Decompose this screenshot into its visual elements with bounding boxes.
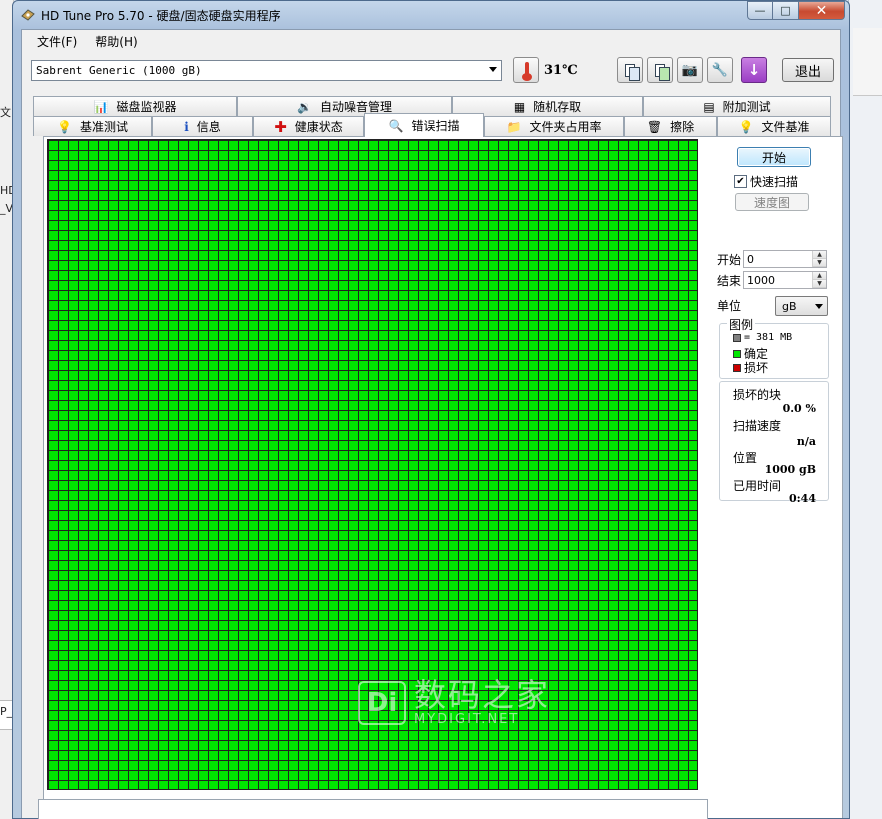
exit-button[interactable]: 退出 [782,58,834,82]
start-field-input[interactable]: 0 ▲ ▼ [743,250,827,268]
scan-speed-value: n/a [796,435,816,448]
folder-icon: 📁 [506,119,522,134]
end-field-input[interactable]: 1000 ▲ ▼ [743,271,827,289]
trash-icon: 🗑 [646,119,663,134]
drive-select[interactable]: Sabrent Generic (1000 gB) [31,60,502,81]
tabs-bottom-row: 💡 基准测试 i 信息 ✚ 健康状态 🔍 错误扫描 📁 文件夹占用率 🗑 擦除 💡 文件基准 [22,113,840,137]
extra-tests-icon: ▤ [703,99,715,114]
watermark-logo: Di [358,680,406,725]
info-icon: i [184,119,189,134]
legend-block-size: = 381 MB [733,332,792,343]
quick-scan-label: 快速扫描 [750,175,799,189]
unit-label: 单位 [717,299,742,313]
tab-benchmark[interactable]: 💡 基准测试 [33,116,152,136]
log-area[interactable] [38,799,708,819]
lightbulb-icon: 💡 [57,119,72,134]
tab-error-scan[interactable]: 🔍 错误扫描 [364,113,484,137]
background-text-fragment: P_ [0,705,13,718]
window-title: HD Tune Pro 5.70 - 硬盘/固态硬盘实用程序 [41,9,281,23]
toolbar: Sabrent Generic (1000 gB) 31℃ 📷 🔧 ↓ 退出 [22,54,840,88]
copy-info-button[interactable] [617,57,643,83]
error-scan-panel: Di 数码之家 MYDIGIT.NET 开始 ✔ 快速扫描 速度图 开始 0 ▲… [38,136,843,819]
caption-buttons: — □ ✕ [747,1,845,20]
tab-extra-tests[interactable]: ▤ 附加测试 [643,96,831,116]
legend-title: 图例 [727,316,756,333]
wrench-icon: 🔧 [711,62,729,78]
scan-speed-label: 扫描速度 [733,419,782,433]
temperature-readout: 31℃ [544,63,578,78]
speed-map-button[interactable]: 速度图 [735,193,809,211]
legend-group: 图例 = 381 MB 确定 损坏 [719,316,829,379]
start-field-label: 开始 [717,253,742,267]
start-field-spinner[interactable]: ▲ ▼ [812,251,826,267]
download-arrow-icon: ↓ [747,61,761,79]
damaged-blocks-label: 损坏的块 [733,388,782,402]
unit-select[interactable]: gB [775,296,828,316]
chevron-down-icon [815,304,823,309]
end-field-value: 1000 [747,274,775,287]
drive-select-value: Sabrent Generic (1000 gB) [36,64,202,77]
scan-stats-group: 损坏的块 0.0 % 扫描速度 n/a 位置 1000 gB 已用时间 0:44 [719,381,829,505]
menu-help[interactable]: 帮助(H) [86,31,146,52]
watermark-text-en: MYDIGIT.NET [414,712,520,727]
options-button[interactable]: 🔧 [707,57,733,83]
menu-bar: 文件(F) 帮助(H) [22,30,840,52]
copy-icon [625,63,640,81]
random-access-icon: ▦ [513,99,526,114]
red-cross-icon: ✚ [274,117,287,136]
gray-swatch-icon [733,333,741,342]
maximize-button[interactable]: □ [773,1,799,20]
thermometer-icon [513,57,539,83]
screenshot-button[interactable]: 📷 [677,57,703,83]
block-map-grid: Di 数码之家 MYDIGIT.NET [47,139,698,790]
title-bar[interactable]: HD Tune Pro 5.70 - 硬盘/固态硬盘实用程序 — □ ✕ [13,1,849,29]
end-field-label: 结束 [717,274,742,288]
chevron-down-icon [489,67,497,72]
copy-all-button[interactable] [647,57,673,83]
elapsed-time-label: 已用时间 [733,479,782,493]
tab-health[interactable]: ✚ 健康状态 [253,116,364,136]
app-window: HD Tune Pro 5.70 - 硬盘/固态硬盘实用程序 — □ ✕ 文件(… [12,0,850,819]
background-text-fragment: 文 [0,106,11,119]
watermark: Di 数码之家 MYDIGIT.NET [358,678,550,727]
tab-file-benchmark[interactable]: 💡 文件基准 [717,116,831,136]
unit-select-value: gB [782,300,797,313]
start-button[interactable]: 开始 [737,147,811,167]
green-swatch-icon [733,349,741,358]
tab-erase[interactable]: 🗑 擦除 [624,116,717,136]
close-button[interactable]: ✕ [799,1,845,20]
magnifier-icon: 🔍 [388,118,404,133]
watermark-text-cn: 数码之家 [414,676,551,714]
tab-disk-monitor[interactable]: 📊 磁盘监视器 [33,96,237,116]
damaged-blocks-value: 0.0 % [782,402,816,415]
red-swatch-icon [733,363,741,372]
save-button[interactable]: ↓ [741,57,767,83]
client-area: 文件(F) 帮助(H) Sabrent Generic (1000 gB) 31… [21,29,843,819]
app-icon [21,9,35,21]
speaker-icon: 🔉 [297,99,312,114]
copy-all-icon [655,63,670,81]
quick-scan-checkbox[interactable]: ✔ [734,175,747,188]
elapsed-time-value: 0:44 [788,492,816,505]
tab-info[interactable]: i 信息 [152,116,253,136]
background-window-right [848,0,882,819]
minimize-button[interactable]: — [747,1,773,20]
file-benchmark-icon: 💡 [738,119,754,134]
bar-chart-icon: 📊 [93,99,109,114]
menu-file[interactable]: 文件(F) [28,31,86,52]
camera-icon: 📷 [681,62,699,78]
tab-folder-usage[interactable]: 📁 文件夹占用率 [484,116,624,136]
quick-scan-option[interactable]: ✔ 快速扫描 [734,173,798,190]
position-label: 位置 [733,451,758,465]
start-field-value: 0 [747,253,754,266]
legend-bad: 损坏 [733,359,768,376]
position-value: 1000 gB [764,463,816,476]
end-field-spinner[interactable]: ▲ ▼ [812,272,826,288]
background-pane [853,28,882,96]
